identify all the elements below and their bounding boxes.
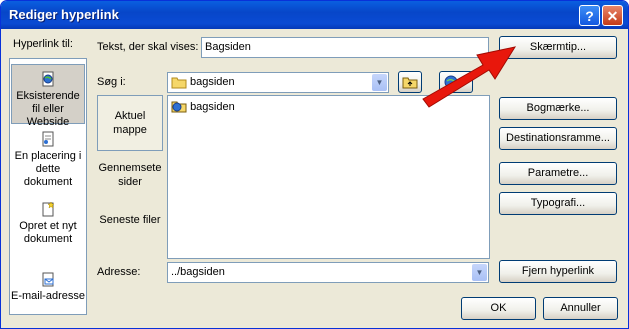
address-label: Adresse:: [97, 266, 141, 278]
place-browsed-pages[interactable]: Gennemsete sider: [97, 161, 163, 191]
email-icon: [42, 272, 54, 287]
document-place-icon: [42, 131, 54, 147]
link-to-label: Hyperlink til:: [13, 38, 73, 50]
link-type-sidebar: Eksisterende fil eller Webside En placer…: [9, 58, 87, 315]
sidebar-item-new-document[interactable]: Opret et nyt dokument: [11, 199, 85, 251]
edit-hyperlink-dialog: Rediger hyperlink ? ✕ Hyperlink til: Eks…: [0, 0, 629, 329]
chevron-down-icon[interactable]: ▼: [372, 74, 387, 91]
address-value: ../bagsiden: [171, 266, 225, 278]
chevron-down-icon[interactable]: ▼: [472, 264, 487, 281]
close-button[interactable]: ✕: [602, 5, 623, 26]
web-folder-icon: [171, 101, 187, 113]
sidebar-item-email-address[interactable]: E-mail-adresse: [11, 269, 85, 311]
look-in-label: Søg i:: [97, 76, 126, 88]
ok-button[interactable]: OK: [461, 297, 536, 320]
up-folder-icon: [402, 77, 418, 89]
file-list[interactable]: bagsiden: [167, 95, 490, 259]
look-in-combo[interactable]: bagsiden ▼: [167, 72, 389, 93]
parameters-button[interactable]: Parametre...: [499, 162, 617, 185]
sidebar-item-label: E-mail-adresse: [11, 290, 85, 302]
target-frame-button[interactable]: Destinationsramme...: [499, 127, 617, 150]
place-recent-files[interactable]: Seneste filer: [97, 213, 163, 243]
style-button[interactable]: Typografi...: [499, 192, 617, 215]
cancel-button[interactable]: Annuller: [543, 297, 618, 320]
sidebar-item-label: Opret et nyt dokument: [19, 220, 77, 245]
title-bar[interactable]: Rediger hyperlink ? ✕: [1, 1, 628, 29]
list-item[interactable]: bagsiden: [171, 99, 235, 115]
places-bar: Aktuel mappe Gennemsete sider Seneste fi…: [97, 95, 163, 258]
file-name: bagsiden: [190, 101, 235, 113]
text-to-display-label: Tekst, der skal vises:: [97, 41, 199, 53]
sidebar-item-label: Eksisterende fil eller Webside: [16, 90, 80, 128]
dialog-title: Rediger hyperlink: [9, 7, 119, 22]
sidebar-item-label: En placering i dette dokument: [14, 150, 82, 188]
red-arrow-annotation: [422, 46, 517, 108]
folder-icon: [171, 77, 187, 89]
sidebar-item-place-in-document[interactable]: En placering i dette dokument: [11, 129, 85, 191]
web-page-icon: [42, 71, 54, 87]
look-in-value: bagsiden: [190, 76, 235, 88]
remove-link-button[interactable]: Fjern hyperlink: [499, 260, 617, 283]
sidebar-item-existing-file[interactable]: Eksisterende fil eller Webside: [11, 64, 85, 128]
new-document-icon: [42, 201, 55, 217]
help-button[interactable]: ?: [579, 5, 600, 26]
place-current-folder[interactable]: Aktuel mappe: [97, 95, 163, 151]
address-combo[interactable]: ../bagsiden ▼: [167, 262, 489, 283]
